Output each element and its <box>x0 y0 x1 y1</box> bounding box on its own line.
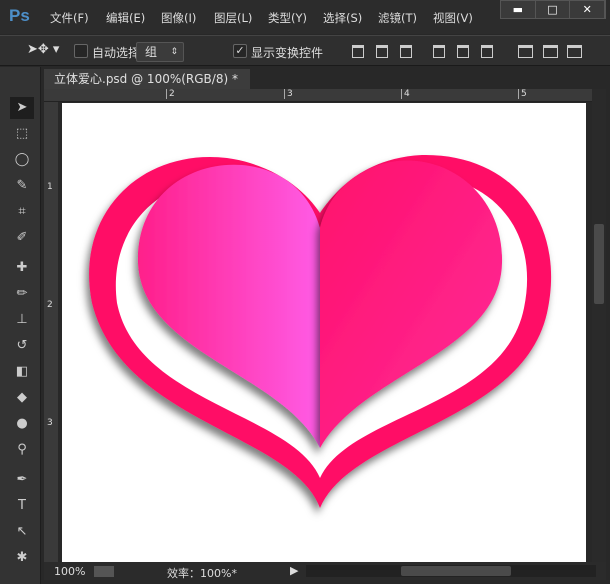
show-transform-checkbox[interactable]: ✓ <box>233 44 247 58</box>
align-hcenter-icon[interactable] <box>457 45 469 58</box>
distribute-top-icon[interactable] <box>518 45 533 58</box>
align-bottom-icon[interactable] <box>400 45 412 58</box>
menu-layer[interactable]: 图层(L) <box>214 10 252 26</box>
align-top-icon[interactable] <box>352 45 364 58</box>
paint-bucket-tool-icon[interactable]: ◆ <box>10 387 34 409</box>
dodge-tool-icon[interactable]: ⚲ <box>10 439 34 461</box>
auto-select-checkbox[interactable] <box>74 44 88 58</box>
minimize-button[interactable]: ▬ <box>501 1 536 18</box>
efficiency-status: 效率：100%* <box>167 567 237 580</box>
horizontal-scrollbar[interactable] <box>306 565 596 577</box>
ruler-label: 2 <box>166 89 175 99</box>
vertical-ruler: 1 2 3 <box>44 102 58 562</box>
custom-shape-tool-icon[interactable]: ✱ <box>10 547 34 569</box>
healing-brush-tool-icon[interactable]: ✚ <box>10 257 34 279</box>
stamp-tool-icon[interactable]: ⊥ <box>10 309 34 331</box>
align-left-icon[interactable] <box>433 45 445 58</box>
ruler-label: 5 <box>518 89 527 99</box>
eraser-tool-icon[interactable]: ◧ <box>10 361 34 383</box>
menu-type[interactable]: 类型(Y) <box>268 10 307 26</box>
document-tab[interactable]: 立体爱心.psd @ 100%(RGB/8) * × <box>44 69 250 106</box>
menu-image[interactable]: 图像(I) <box>161 10 196 26</box>
menu-filter[interactable]: 滤镜(T) <box>378 10 417 26</box>
vertical-scroll-thumb[interactable] <box>594 224 604 304</box>
dropdown-arrows-icon: ⇕ <box>170 47 178 57</box>
brush-tool-icon[interactable]: ✏ <box>10 283 34 305</box>
ruler-label: 4 <box>401 89 410 99</box>
ruler-label: 3 <box>47 418 53 428</box>
zoom-level[interactable]: 100% <box>54 565 85 578</box>
ruler-label: 3 <box>284 89 293 99</box>
tools-panel: ➤ ⬚ ◯ ✎ ⌗ ✐ ✚ ✏ ⊥ ↺ ◧ ◆ ● ⚲ ✒ T ↖ ✱ <box>0 67 41 584</box>
status-bar: 100% 效率：100%* ▶ <box>44 562 606 580</box>
history-brush-tool-icon[interactable]: ↺ <box>10 335 34 357</box>
ruler-label: 1 <box>47 182 53 192</box>
quick-select-tool-icon[interactable]: ✎ <box>10 175 34 197</box>
document-title: 立体爱心.psd @ 100%(RGB/8) * <box>54 72 238 86</box>
type-tool-icon[interactable]: T <box>10 495 34 517</box>
menu-edit[interactable]: 编辑(E) <box>106 10 145 26</box>
horizontal-ruler: 2 3 4 5 <box>44 89 592 102</box>
ruler-label: 2 <box>47 300 53 310</box>
eyedropper-tool-icon[interactable]: ✐ <box>10 227 34 249</box>
options-bar: ➤✥ ▾ 自动选择： 组 ⇕ ✓ 显示变换控件 <box>0 35 610 66</box>
menu-file[interactable]: 文件(F) <box>50 10 89 26</box>
window-controls: ▬ □ ✕ <box>500 0 606 19</box>
maximize-button[interactable]: □ <box>535 1 571 18</box>
vertical-scrollbar[interactable] <box>592 89 606 562</box>
move-tool-icon[interactable]: ➤ <box>10 97 34 119</box>
lasso-tool-icon[interactable]: ◯ <box>10 149 34 171</box>
menu-bar: Ps 文件(F) 编辑(E) 图像(I) 图层(L) 类型(Y) 选择(S) 滤… <box>0 0 610 34</box>
distribute-bottom-icon[interactable] <box>567 45 582 58</box>
crop-tool-icon[interactable]: ⌗ <box>10 201 34 223</box>
distribute-vcenter-icon[interactable] <box>543 45 558 58</box>
path-select-tool-icon[interactable]: ↖ <box>10 521 34 543</box>
document-canvas[interactable] <box>62 103 586 562</box>
blur-tool-icon[interactable]: ● <box>10 413 34 435</box>
auto-select-dropdown[interactable]: 组 ⇕ <box>136 42 184 62</box>
menu-view[interactable]: 视图(V) <box>433 10 473 26</box>
close-button[interactable]: ✕ <box>570 1 606 18</box>
show-transform-label: 显示变换控件 <box>251 46 324 60</box>
photoshop-logo: Ps <box>9 6 30 25</box>
move-tool-icon[interactable]: ➤✥ ▾ <box>27 42 59 57</box>
menu-select[interactable]: 选择(S) <box>323 10 362 26</box>
marquee-tool-icon[interactable]: ⬚ <box>10 123 34 145</box>
align-right-icon[interactable] <box>481 45 493 58</box>
horizontal-scroll-thumb[interactable] <box>401 566 511 576</box>
status-info-icon[interactable] <box>94 566 114 577</box>
align-vcenter-icon[interactable] <box>376 45 388 58</box>
status-menu-arrow-icon[interactable]: ▶ <box>290 564 298 577</box>
heart-artwork <box>89 154 552 508</box>
dropdown-value: 组 <box>145 45 158 59</box>
pen-tool-icon[interactable]: ✒ <box>10 469 34 491</box>
